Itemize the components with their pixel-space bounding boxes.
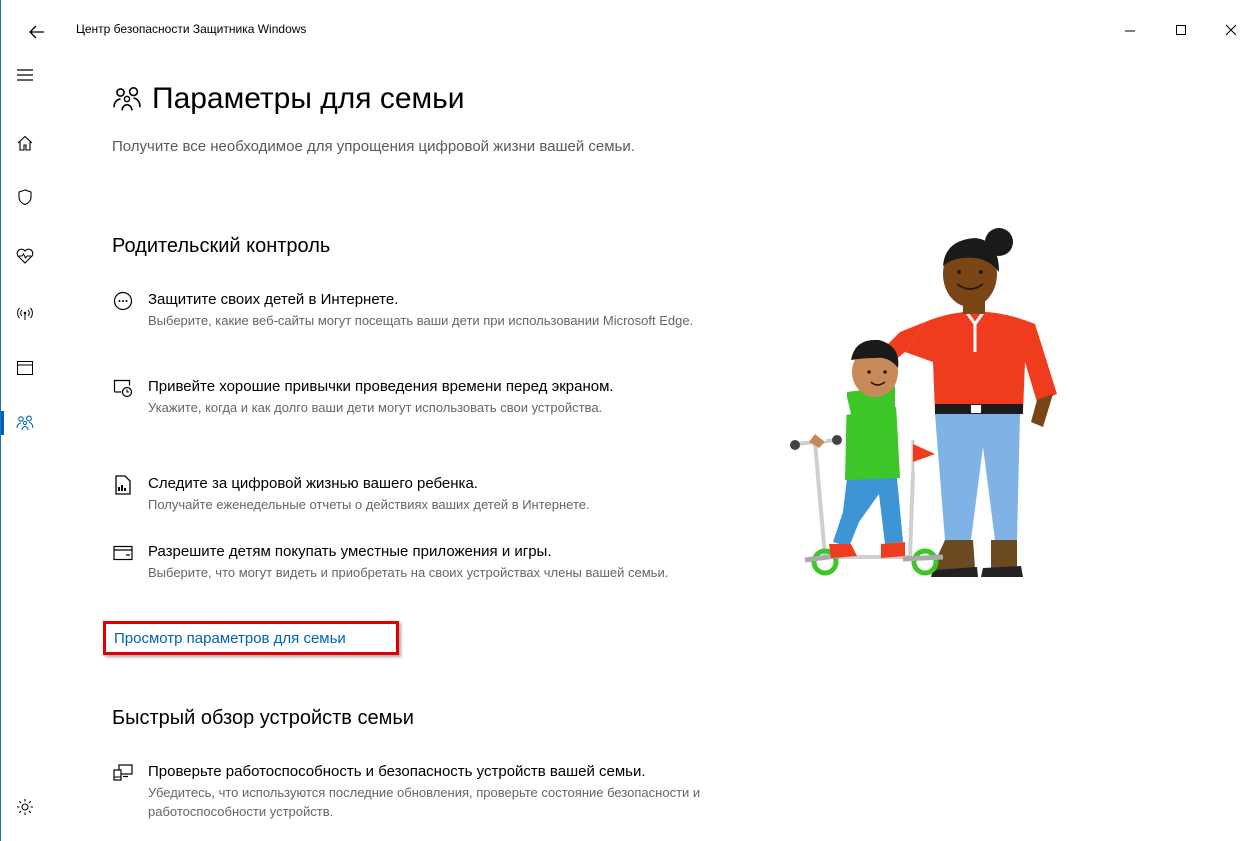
- item-description: Выберите, какие веб-сайты могут посещать…: [148, 313, 694, 328]
- nav-menu-button[interactable]: [1, 57, 49, 93]
- view-family-settings-link[interactable]: Просмотр параметров для семьи: [114, 630, 346, 647]
- shield-icon: [18, 189, 32, 205]
- close-icon: [1225, 24, 1237, 36]
- item-description: Убедитесь, что используются последние об…: [148, 785, 701, 819]
- devices-icon: [112, 762, 134, 784]
- item-title: Разрешите детям покупать уместные прилож…: [148, 543, 552, 560]
- maximize-button[interactable]: [1158, 12, 1204, 48]
- minimize-icon: [1125, 30, 1135, 32]
- back-button[interactable]: [21, 16, 53, 48]
- back-arrow-icon: [29, 25, 44, 39]
- item-title: Защитите своих детей в Интернете.: [148, 291, 399, 308]
- item-description: Выберите, что могут видеть и приобретать…: [148, 565, 669, 580]
- family-illustration: [790, 228, 1057, 577]
- item-title: Следите за цифровой жизнью вашего ребенк…: [148, 475, 478, 492]
- page-title-text: Параметры для семьи: [152, 82, 465, 115]
- parental-item-activity-reports: Следите за цифровой жизнью вашего ребенк…: [112, 472, 702, 514]
- heart-icon: [16, 248, 34, 264]
- item-title: Привейте хорошие привычки проведения вре…: [148, 378, 614, 395]
- minimize-button[interactable]: [1107, 12, 1153, 48]
- item-description: Получайте еженедельные отчеты о действия…: [148, 497, 590, 512]
- nav-app-browser-control[interactable]: [1, 350, 49, 386]
- nav-family-options[interactable]: [1, 405, 49, 441]
- screen-time-icon: [112, 377, 134, 399]
- wireless-icon: [17, 307, 33, 320]
- page-title: Параметры для семьи: [112, 82, 465, 116]
- nav-virus-protection[interactable]: [1, 179, 49, 215]
- family-icon: [16, 415, 34, 431]
- parental-item-purchases: Разрешите детям покупать уместные прилож…: [112, 540, 702, 582]
- smiley-icon: [112, 290, 134, 312]
- browser-window-icon: [17, 361, 33, 375]
- report-icon: [112, 474, 134, 496]
- page-description: Получите все необходимое для упрощения ц…: [112, 138, 635, 155]
- devices-item-health: Проверьте работоспособность и безопаснос…: [112, 760, 702, 821]
- nav-device-health[interactable]: [1, 238, 49, 274]
- nav-firewall-network[interactable]: [1, 295, 49, 331]
- nav-settings[interactable]: [1, 789, 49, 825]
- close-button[interactable]: [1208, 12, 1251, 48]
- item-title: Проверьте работоспособность и безопаснос…: [148, 763, 646, 780]
- window-title: Центр безопасности Защитника Windows: [76, 22, 307, 36]
- item-description: Укажите, когда и как долго ваши дети мог…: [148, 400, 603, 415]
- wallet-icon: [112, 542, 134, 564]
- settings-icon: [17, 799, 33, 815]
- family-icon: [113, 86, 141, 111]
- menu-icon: [17, 69, 33, 81]
- family-devices-heading: Быстрый обзор устройств семьи: [112, 707, 414, 729]
- title-bar: Центр безопасности Защитника Windows: [1, 0, 1251, 60]
- app-window: Центр безопасности Защитника Windows Пар…: [0, 0, 1251, 841]
- highlight-box: Просмотр параметров для семьи: [103, 621, 399, 655]
- maximize-icon: [1176, 25, 1186, 35]
- parental-control-heading: Родительский контроль: [112, 235, 331, 257]
- parental-item-protect-online: Защитите своих детей в Интернете. Выбери…: [112, 288, 702, 330]
- nav-home[interactable]: [1, 125, 49, 161]
- home-icon: [17, 135, 33, 151]
- parental-item-screen-time: Привейте хорошие привычки проведения вре…: [112, 375, 702, 417]
